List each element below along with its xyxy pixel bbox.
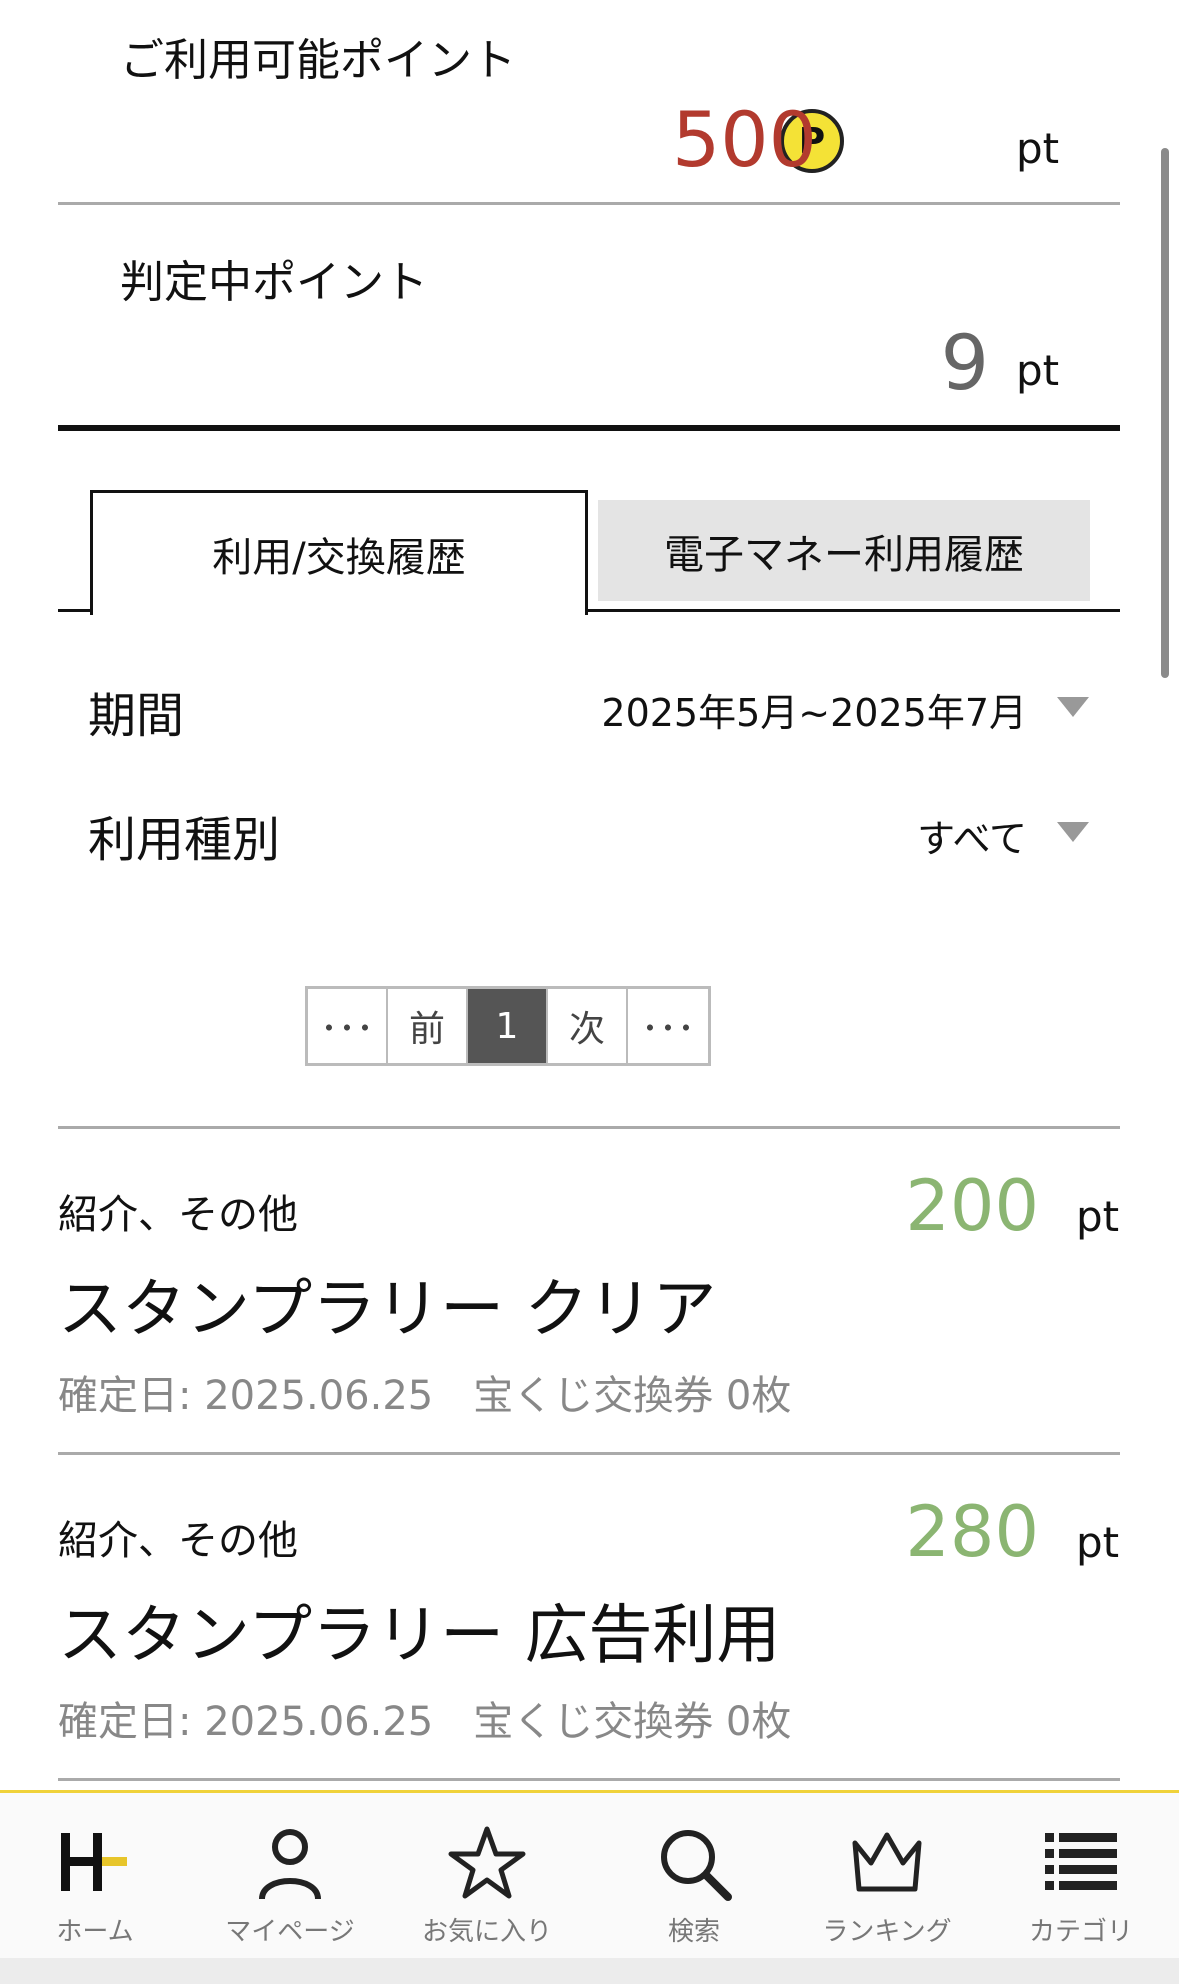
vertical-scrollbar[interactable] [1161, 148, 1169, 678]
period-label: 期間 [88, 688, 185, 744]
divider [58, 202, 1120, 205]
available-points-unit: pt [1016, 124, 1060, 173]
pending-points-value: 9 [940, 318, 989, 407]
record-category: 紹介、その他 [58, 1192, 298, 1238]
nav-home[interactable]: ホーム [20, 1823, 170, 1948]
available-points-value: 500 [671, 95, 817, 184]
divider [58, 1126, 1120, 1129]
record-amount: 200 [905, 1165, 1039, 1247]
person-icon [250, 1823, 330, 1903]
divider [58, 425, 1120, 431]
chevron-down-icon[interactable] [1057, 697, 1089, 717]
pagination-prev[interactable]: 前 [388, 989, 468, 1063]
list-icon [1041, 1823, 1121, 1903]
nav-ranking[interactable]: ランキング [812, 1823, 962, 1948]
nav-home-label: ホーム [56, 1917, 134, 1947]
record-unit: pt [1076, 1192, 1120, 1241]
tab-usage-history[interactable]: 利用/交換履歴 [90, 490, 588, 615]
usage-type-label: 利用種別 [88, 812, 281, 868]
nav-favorites-label: お気に入り [421, 1917, 552, 1947]
record-meta: 確定日: 2025.06.25 宝くじ交換券 0枚 [58, 1699, 792, 1745]
usage-type-select-value[interactable]: すべて [917, 808, 1027, 863]
record-unit: pt [1076, 1518, 1120, 1567]
record-meta: 確定日: 2025.06.25 宝くじ交換券 0枚 [58, 1373, 792, 1419]
divider [58, 1452, 1120, 1455]
pagination-last[interactable]: ･･･ [628, 989, 708, 1063]
period-select-value[interactable]: 2025年5月~2025年7月 [601, 682, 1027, 737]
pagination-first[interactable]: ･･･ [308, 989, 388, 1063]
chevron-down-icon[interactable] [1057, 822, 1089, 842]
star-icon [447, 1823, 527, 1903]
record-title: スタンプラリー 広告利用 [58, 1599, 781, 1673]
available-points-label: ご利用可能ポイント [120, 35, 516, 86]
record-amount: 280 [905, 1491, 1039, 1573]
pagination: ･･･ 前 1 次 ･･･ [305, 986, 711, 1066]
record-title: スタンプラリー クリア [58, 1273, 717, 1347]
pending-points-unit: pt [1016, 346, 1060, 395]
pending-points-label: 判定中ポイント [120, 257, 428, 308]
nav-search-label: 検索 [667, 1917, 720, 1947]
home-indicator-bar [0, 1958, 1179, 1984]
nav-category-label: カテゴリ [1028, 1917, 1133, 1947]
nav-mypage[interactable]: マイページ [215, 1823, 365, 1948]
nav-mypage-label: マイページ [225, 1917, 355, 1947]
tab-emoney-history[interactable]: 電子マネー利用履歴 [598, 500, 1090, 601]
nav-favorites[interactable]: お気に入り [412, 1823, 562, 1948]
pagination-current[interactable]: 1 [468, 989, 548, 1063]
nav-ranking-label: ランキング [822, 1917, 952, 1947]
record-category: 紹介、その他 [58, 1518, 298, 1564]
pagination-next[interactable]: 次 [548, 989, 628, 1063]
bottom-nav: ホーム マイページ お気に入り 検索 ランキング カテゴリ [0, 1790, 1179, 1984]
home-logo-icon [55, 1823, 135, 1903]
crown-icon [847, 1823, 927, 1903]
search-icon [654, 1823, 734, 1903]
divider [58, 1778, 1120, 1781]
nav-search[interactable]: 検索 [619, 1823, 769, 1948]
nav-category[interactable]: カテゴリ [1006, 1823, 1156, 1948]
